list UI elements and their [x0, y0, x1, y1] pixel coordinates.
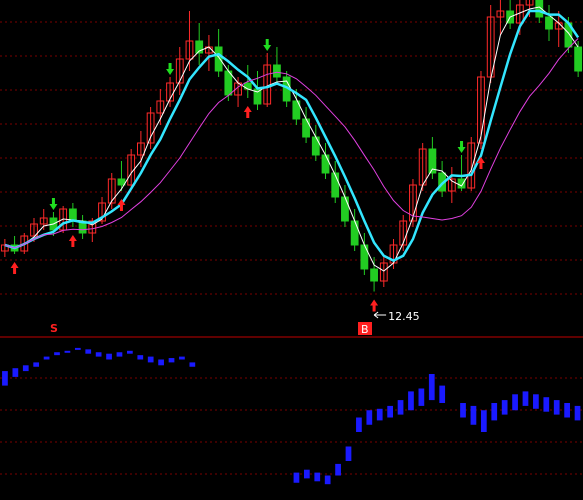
- indicator-bar: [491, 403, 498, 421]
- sell-arrow-icon: [166, 63, 175, 75]
- indicator-bar: [574, 405, 581, 421]
- indicator-bar: [324, 475, 331, 485]
- indicator-bar: [428, 374, 435, 401]
- low-price-label: 12.45: [388, 310, 420, 323]
- candle-body: [311, 136, 320, 156]
- candle-body: [302, 118, 310, 138]
- indicator-bar: [522, 391, 529, 406]
- indicator-bar: [356, 417, 362, 432]
- indicator-bar: [366, 410, 373, 425]
- ma-fast-line: [4, 6, 579, 272]
- indicator-bar: [116, 352, 123, 357]
- indicator-bar: [470, 405, 477, 425]
- indicator-bar: [408, 391, 414, 411]
- sell-arrow-icon: [263, 39, 272, 51]
- indicator-bar: [43, 356, 50, 360]
- candle-body: [574, 46, 583, 72]
- indicator-bar: [460, 403, 466, 418]
- indicator-bar: [543, 397, 550, 412]
- indicator-bar: [387, 405, 394, 418]
- moving-averages: [4, 6, 580, 272]
- buy-arrow-icon: [68, 235, 77, 247]
- buy-marker-box: B: [358, 322, 372, 336]
- indicator-bar: [33, 362, 40, 367]
- candle-body: [273, 64, 281, 78]
- indicator-bar: [397, 400, 404, 415]
- indicator-bar: [293, 472, 300, 483]
- indicator-bar: [95, 352, 102, 357]
- ma-slow-line: [4, 38, 579, 249]
- indicator-bar: [418, 388, 425, 406]
- indicator-bar: [64, 350, 71, 353]
- indicator-bar: [12, 368, 19, 377]
- indicator-bar: [22, 365, 29, 372]
- sell-arrow-icon: [457, 141, 466, 153]
- buy-arrow-icon: [370, 299, 379, 312]
- indicator-bar: [74, 347, 81, 350]
- indicator-bars: [2, 347, 581, 485]
- indicator-bar: [314, 472, 321, 482]
- buy-arrow-icon: [10, 262, 19, 274]
- indicator-bar: [147, 356, 154, 363]
- indicator-bar: [127, 350, 133, 354]
- indicator-bar: [168, 358, 175, 363]
- candle-body: [321, 154, 330, 174]
- indicator-bar: [85, 349, 92, 354]
- indicator-bar: [189, 362, 196, 367]
- buy-arrow-icon: [243, 106, 252, 118]
- candle-body: [117, 178, 126, 186]
- indicator-bar: [2, 371, 8, 386]
- indicator-bar: [106, 353, 112, 360]
- ma-mid-line: [4, 9, 580, 262]
- indicator-bar: [335, 463, 341, 476]
- indicator-bar: [376, 408, 383, 421]
- candle-body: [341, 196, 349, 222]
- candle-body: [214, 46, 223, 72]
- candle-body: [331, 172, 340, 198]
- candlesticks: [0, 0, 583, 292]
- low-annotation: 12.45: [373, 310, 420, 323]
- sell-marker-label: S: [50, 322, 58, 335]
- buy-marker-label: B: [361, 323, 369, 336]
- indicator-bar: [439, 385, 446, 403]
- indicator-bar: [480, 410, 487, 432]
- candle-body: [545, 16, 553, 30]
- candle-body: [360, 244, 369, 270]
- candle-body: [350, 220, 359, 246]
- indicator-bar: [137, 355, 144, 360]
- stock-chart: 12.45 S B: [0, 0, 583, 485]
- indicator-bar: [553, 400, 560, 415]
- indicator-bar: [512, 394, 518, 411]
- indicator-bar: [303, 469, 310, 479]
- indicator-bar: [158, 359, 164, 366]
- sell-arrow-icon: [49, 198, 58, 210]
- indicator-bar: [54, 352, 60, 356]
- candle-body: [243, 82, 252, 90]
- candle-body: [370, 268, 378, 282]
- indicator-bar: [501, 400, 508, 415]
- indicator-bar: [564, 403, 570, 418]
- indicator-bar: [179, 356, 185, 360]
- indicator-bar: [533, 394, 539, 409]
- indicator-bar: [345, 446, 352, 461]
- candle-body: [457, 178, 466, 189]
